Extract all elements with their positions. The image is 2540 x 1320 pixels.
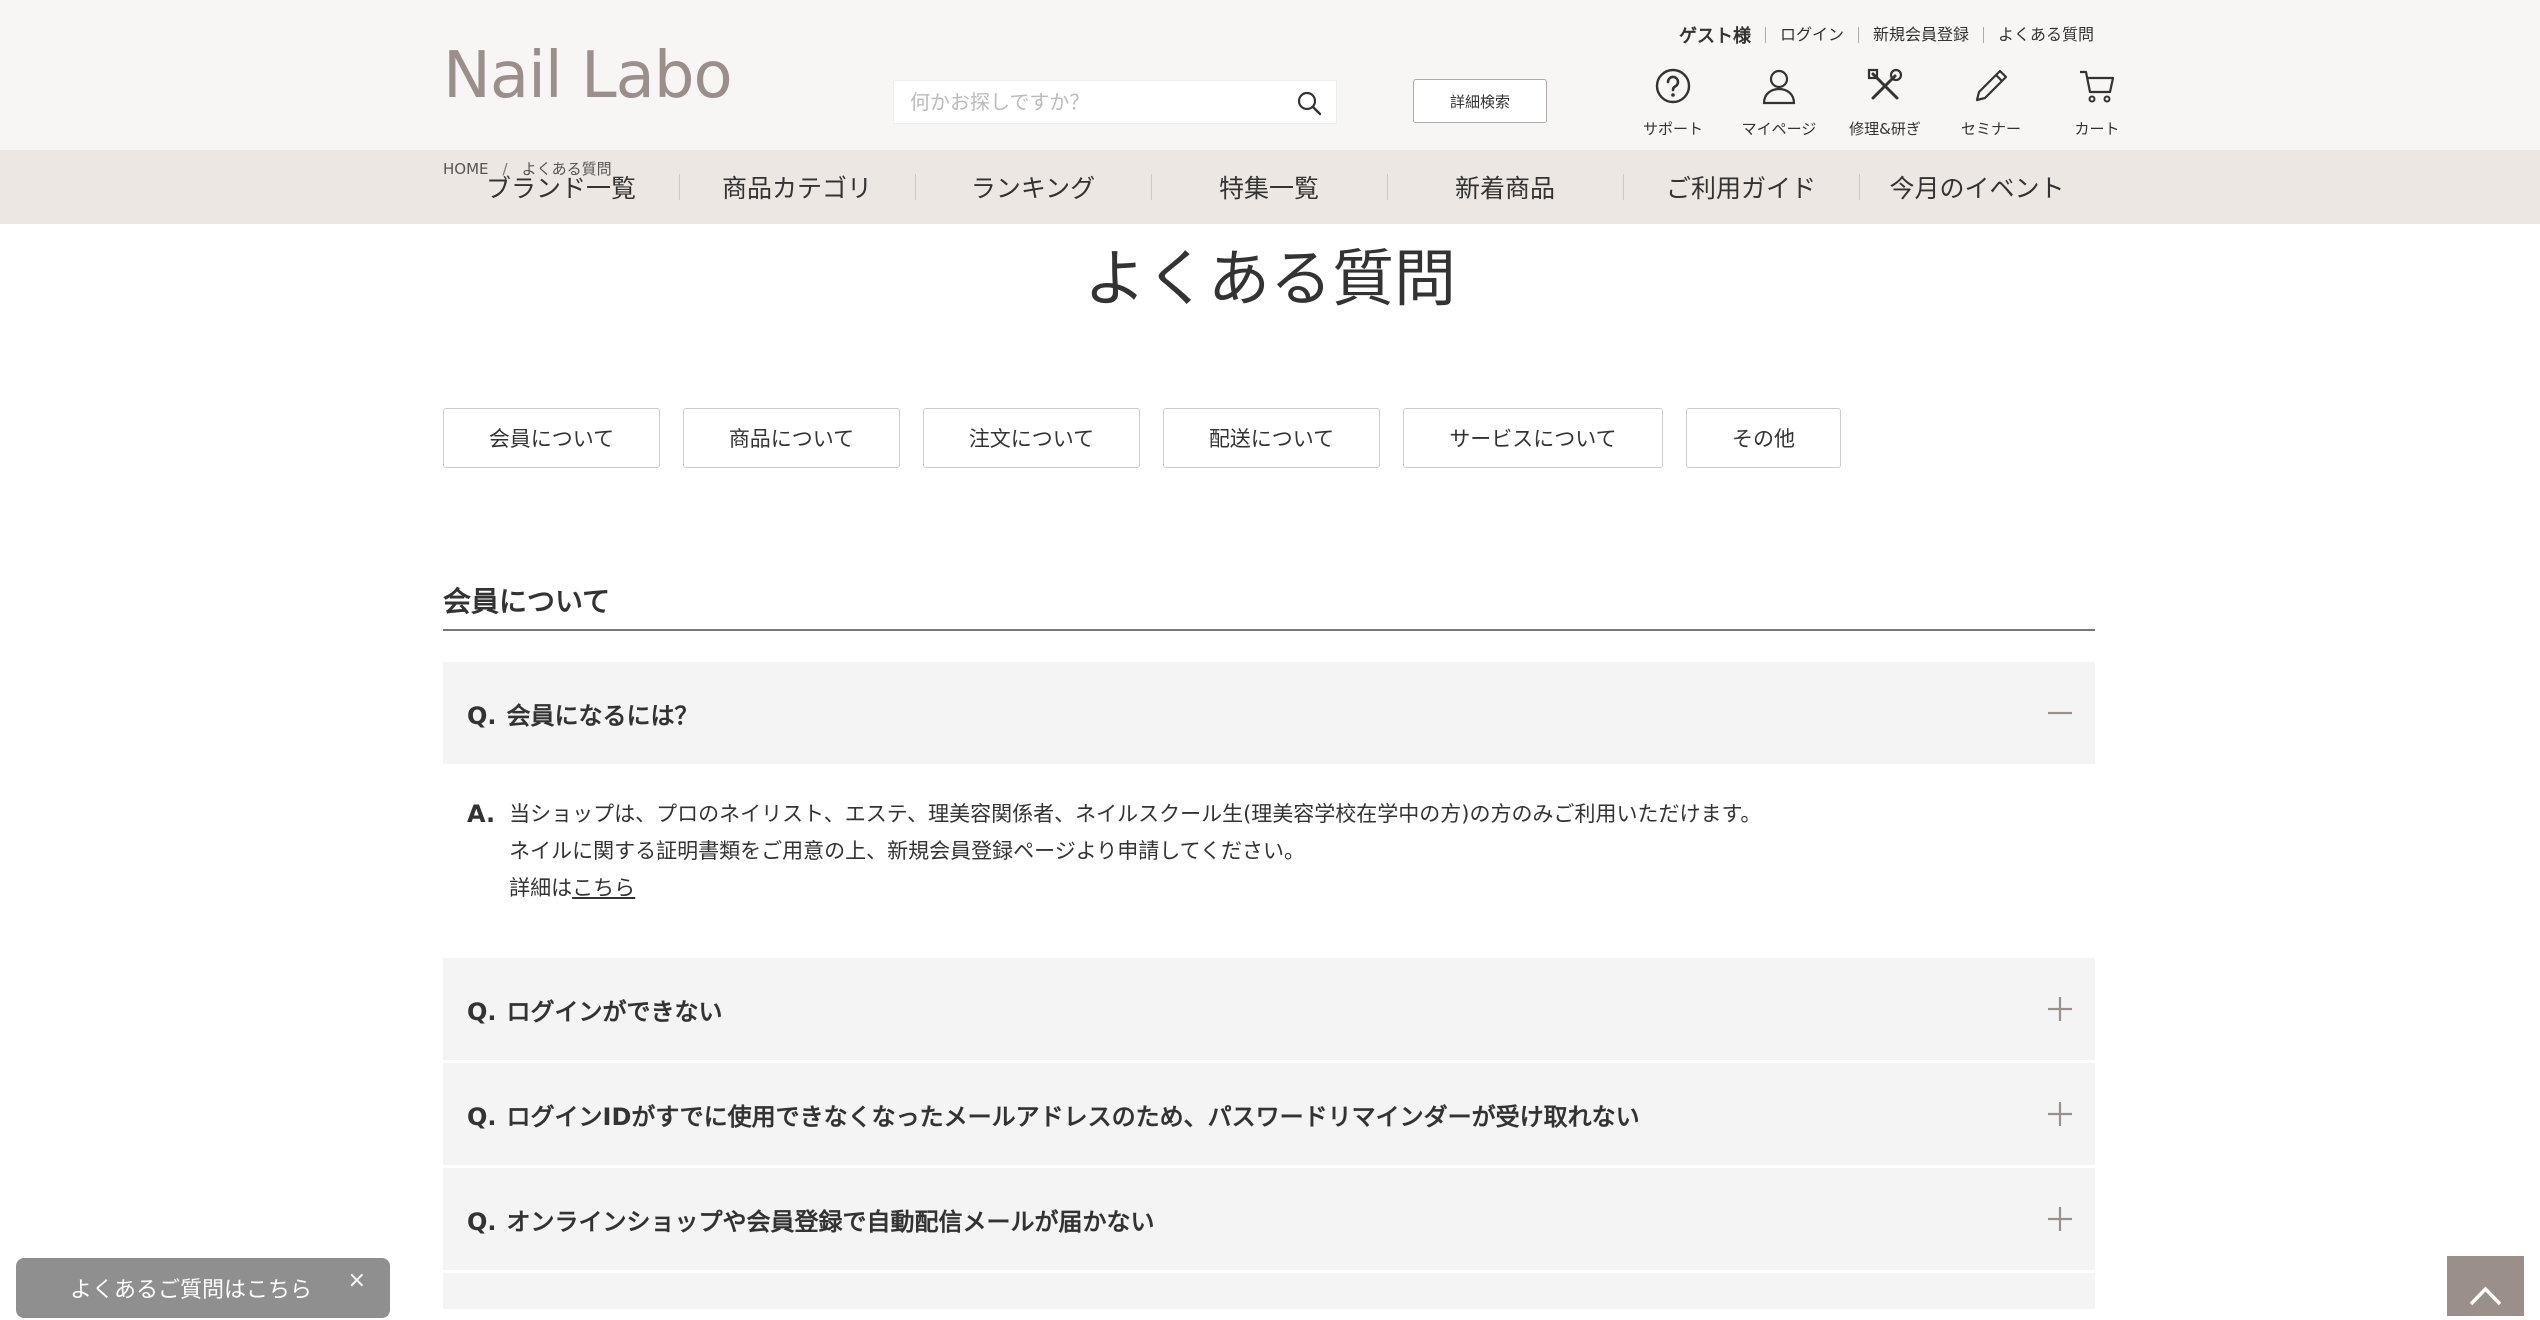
mypage-label: マイページ (1741, 120, 1817, 138)
seminar-label: セミナー (1960, 120, 2021, 138)
faq-link[interactable]: よくある質問 (1982, 27, 2094, 43)
breadcrumb-current: よくある質問 (521, 160, 612, 178)
close-icon[interactable]: × (348, 1268, 366, 1293)
question-prefix: Q. (467, 1207, 497, 1236)
page-title: よくある質問 (1083, 242, 1456, 315)
faq-banner[interactable]: よくあるご質問はこちら × (16, 1258, 390, 1318)
faq-question[interactable]: Q. オンラインショップや会員登録で自動配信メールが届かない (443, 1168, 2095, 1270)
cart-icon (2080, 70, 2115, 103)
back-to-top-button[interactable] (2447, 1256, 2524, 1316)
answer-prefix: A. (467, 800, 496, 828)
breadcrumb-separator: / (502, 160, 508, 178)
register-link[interactable]: 新規会員登録 (1857, 27, 1983, 43)
answer-line: 当ショップは、プロのネイリスト、エステ、理美容関係者、ネイルスクール生(理美容学… (509, 802, 1762, 826)
faq-question-partial[interactable] (443, 1273, 2095, 1309)
question-circle-icon (1655, 68, 1691, 104)
login-link[interactable]: ログイン (1764, 27, 1858, 43)
cart-label: カート (2074, 120, 2120, 138)
category-shipping-button[interactable]: 配送について (1163, 408, 1380, 468)
search-input[interactable] (894, 81, 1296, 123)
question-prefix: Q. (467, 1102, 497, 1131)
faq-banner-label: よくあるご質問はこちら (70, 1278, 313, 1303)
nav-item-ranking[interactable]: ランキング (915, 150, 1151, 224)
category-order-button[interactable]: 注文について (923, 408, 1140, 468)
nav-item-events[interactable]: 今月のイベント (1859, 150, 2095, 224)
category-tabs: 会員について 商品について 注文について 配送について サービスについて その他 (443, 408, 1864, 468)
category-service-button[interactable]: サービスについて (1403, 408, 1663, 468)
section-divider (443, 629, 2095, 631)
nav-item-new[interactable]: 新着商品 (1387, 150, 1623, 224)
section-title: 会員について (443, 585, 611, 618)
faq-answer: A. 当ショップは、プロのネイリスト、エステ、理美容関係者、ネイルスクール生(理… (467, 796, 1761, 907)
site-header: Nail Labo ゲスト様 ログイン 新規会員登録 よくある質問 詳細検索 サ… (0, 0, 2540, 150)
faq-question[interactable]: Q. 会員になるには？ (443, 662, 2095, 764)
user-icon (1762, 69, 1796, 105)
mypage-button[interactable]: マイページ (1726, 66, 1832, 139)
question-text: オンラインショップや会員登録で自動配信メールが届かない (506, 1207, 1155, 1236)
breadcrumb: HOME / よくある質問 (443, 158, 612, 179)
plus-icon[interactable] (2045, 1204, 2075, 1234)
plus-icon[interactable] (2045, 994, 2075, 1024)
breadcrumb-home[interactable]: HOME (443, 160, 489, 178)
logo-text: Nail Labo (443, 39, 733, 113)
question-prefix: Q. (467, 701, 497, 730)
support-label: サポート (1642, 120, 1703, 138)
guest-label: ゲスト様 (1678, 26, 1751, 47)
category-other-button[interactable]: その他 (1686, 408, 1841, 468)
top-links: ゲスト様 ログイン 新規会員登録 よくある質問 (1679, 22, 2094, 48)
main-nav: ブランド一覧 商品カテゴリ ランキング 特集一覧 新着商品 ご利用ガイド 今月の… (0, 150, 2540, 224)
nav-item-categories[interactable]: 商品カテゴリ (679, 150, 915, 224)
seminar-button[interactable]: セミナー (1938, 66, 2044, 139)
nav-item-features[interactable]: 特集一覧 (1151, 150, 1387, 224)
faq-question[interactable]: Q. ログインができない (443, 958, 2095, 1060)
repair-button[interactable]: 修理&研ぎ (1832, 66, 1938, 139)
answer-line: ネイルに関する証明書類をご用意の上、新規会員登録ページより申請してください。 (509, 839, 1306, 863)
search-icon[interactable] (1296, 90, 1322, 116)
question-prefix: Q. (467, 997, 497, 1026)
plus-icon[interactable] (2045, 1099, 2075, 1129)
category-member-button[interactable]: 会員について (443, 408, 660, 468)
question-text: ログインができない (506, 997, 723, 1026)
nav-item-guide[interactable]: ご利用ガイド (1623, 150, 1859, 224)
cart-button[interactable]: カート (2044, 66, 2150, 139)
repair-label: 修理&研ぎ (1849, 120, 1921, 138)
question-text: 会員になるには？ (506, 701, 699, 730)
minus-icon[interactable] (2045, 698, 2075, 728)
support-button[interactable]: サポート (1620, 66, 1726, 139)
logo[interactable]: Nail Labo (443, 38, 733, 113)
advanced-search-button[interactable]: 詳細検索 (1413, 79, 1547, 123)
tools-icon (1867, 68, 1903, 100)
search-box (893, 80, 1337, 124)
answer-line: 詳細は (509, 876, 573, 900)
utility-menu: サポート マイページ 修理&研ぎ セミナー カート (1620, 66, 2150, 139)
question-text: ログインIDがすでに使用できなくなったメールアドレスのため、パスワードリマインダ… (506, 1102, 1640, 1131)
pen-icon (1975, 69, 2008, 102)
chevron-up-icon (2469, 1286, 2502, 1306)
category-product-button[interactable]: 商品について (683, 408, 900, 468)
details-link[interactable]: こちら (572, 876, 635, 900)
faq-question[interactable]: Q. ログインIDがすでに使用できなくなったメールアドレスのため、パスワードリマイ… (443, 1063, 2095, 1165)
